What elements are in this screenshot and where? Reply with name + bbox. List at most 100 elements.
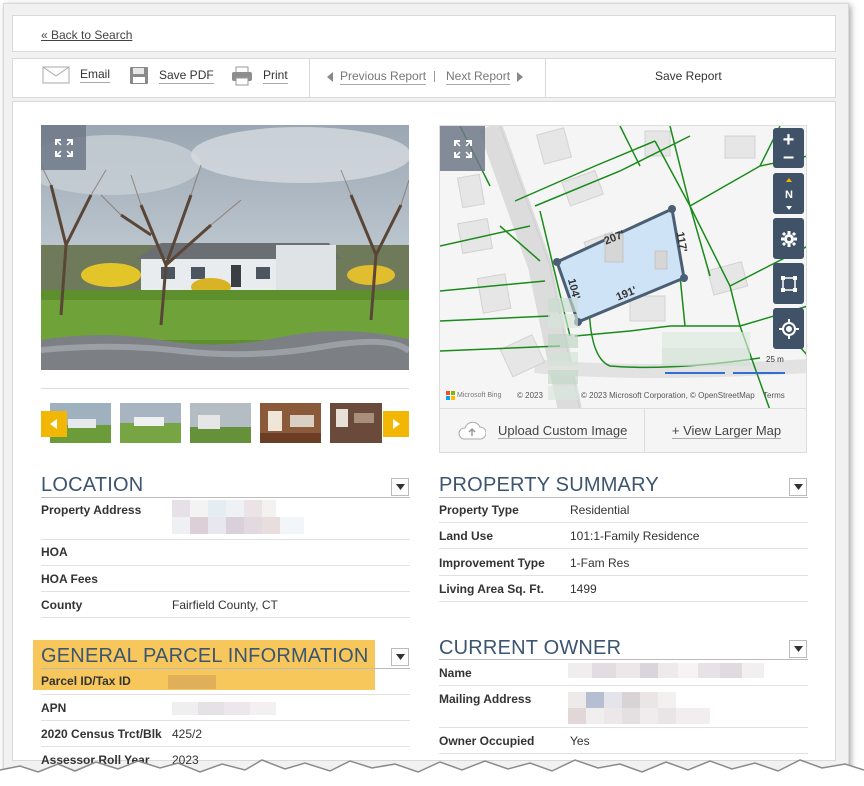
land-use-label: Land Use [439,529,494,543]
photo-thumbnail[interactable] [190,403,251,443]
svg-text:N: N [785,189,793,201]
back-bar [12,15,836,52]
county-value: Fairfield County, CT [172,598,278,612]
upload-custom-image-label: Upload Custom Image [498,423,628,439]
location-collapse-button[interactable] [391,478,409,496]
row-divider [439,548,808,549]
toolbar-divider [545,59,546,97]
map-terms-link[interactable]: Terms [763,391,785,400]
expand-icon [54,138,73,157]
print-button[interactable]: Print [231,66,288,86]
bing-logo-label: Microsoft Bing [457,392,502,399]
summary-collapse-button[interactable] [789,478,807,496]
section-divider [439,659,808,660]
photo-thumbnail-strip [41,388,409,454]
compass-control[interactable]: N [773,173,804,214]
hoa-fees-label: HOA Fees [41,572,98,586]
torn-edge [0,759,864,786]
property-type-label: Property Type [439,503,519,517]
living-area-value: 1499 [570,582,597,596]
save-pdf-button[interactable]: Save PDF [129,66,214,85]
bing-year: © 2023 [517,391,543,400]
map-action-bar: Upload Custom Image + View Larger Map [439,409,807,453]
chevron-down-icon [793,484,803,490]
photo-thumbnail[interactable] [330,403,382,443]
caret-left-icon [50,419,57,429]
save-pdf-label: Save PDF [159,67,214,84]
map-expand-button[interactable] [440,126,485,171]
parcel-id-value-redacted [168,675,216,689]
back-to-search-link[interactable]: « Back to Search [41,28,132,42]
photo-thumbnail[interactable] [120,403,181,443]
upload-custom-image-button[interactable]: Upload Custom Image [440,409,644,453]
thumbnail-next-button[interactable] [383,411,409,437]
owner-occupied-value: Yes [570,734,590,748]
chevron-down-icon [395,484,405,490]
location-section-title: LOCATION [41,474,144,496]
zoom-out-icon[interactable]: – [783,147,794,167]
caret-left-icon [327,72,333,82]
print-label: Print [263,68,288,84]
previous-report-button[interactable]: Previous Report [327,69,427,85]
select-area-button[interactable] [773,263,804,304]
summary-section-title: PROPERTY SUMMARY [439,474,659,496]
owner-section-title: CURRENT OWNER [439,637,622,659]
census-tract-label: 2020 Census Trct/Blk [41,727,162,741]
row-divider [41,539,410,540]
property-type-value: Residential [570,503,630,517]
owner-collapse-button[interactable] [789,640,807,658]
photo-thumbnail[interactable] [260,403,321,443]
living-area-label: Living Area Sq. Ft. [439,582,544,596]
apn-label: APN [41,701,67,715]
next-report-button[interactable]: Next Report [446,69,524,85]
row-divider [439,727,808,728]
expand-icon [453,139,472,158]
floppy-disk-icon [130,67,148,84]
section-divider [41,668,410,669]
nav-separator [434,71,435,82]
census-tract-value: 425/2 [172,727,203,741]
printer-icon [232,66,252,86]
hoa-label: HOA [41,545,68,559]
thumbnail-prev-button[interactable] [41,411,67,437]
email-button[interactable]: Email [42,66,111,84]
map-scale-label: 25 m [766,355,784,364]
improvement-type-value: 1-Fam Res [570,556,630,570]
property-address-value-redacted [172,500,308,534]
owner-occupied-label: Owner Occupied [439,734,535,748]
view-larger-map-button[interactable]: + View Larger Map [645,409,808,453]
save-report-button[interactable]: Save Report [655,69,722,83]
row-divider [439,601,808,602]
caret-right-icon [393,419,400,429]
toolbar-divider [309,59,310,97]
map-attribution: © 2023 Microsoft Corporation, © OpenStre… [581,391,755,400]
map-settings-button[interactable] [773,218,804,259]
row-divider [41,591,410,592]
bing-logo-mark [446,391,455,400]
row-divider [439,575,808,576]
envelope-icon [42,66,70,84]
previous-report-label: Previous Report [340,69,427,85]
parcel-section-title: GENERAL PARCEL INFORMATION [41,645,369,667]
email-label: Email [80,67,111,83]
row-divider [41,565,410,566]
chevron-down-icon [793,646,803,652]
owner-name-value-redacted [568,663,764,678]
zoom-control: + – [773,128,804,168]
photo-expand-button[interactable] [41,125,86,170]
row-divider [41,746,410,747]
apn-value-redacted [172,702,276,715]
next-report-label: Next Report [446,69,511,85]
parcel-collapse-button[interactable] [391,648,409,666]
property-address-label: Property Address [41,503,142,517]
locate-button[interactable] [773,308,804,349]
land-use-value: 101:1-Family Residence [570,529,700,543]
locate-icon [778,318,799,339]
parcel-map[interactable] [439,125,807,409]
cloud-upload-icon [458,421,486,440]
view-larger-map-label: + View Larger Map [671,423,782,439]
bing-logo: Microsoft Bing [446,391,501,400]
property-photo[interactable] [41,125,409,370]
row-divider [41,694,410,695]
save-report-label: Save Report [655,69,722,83]
